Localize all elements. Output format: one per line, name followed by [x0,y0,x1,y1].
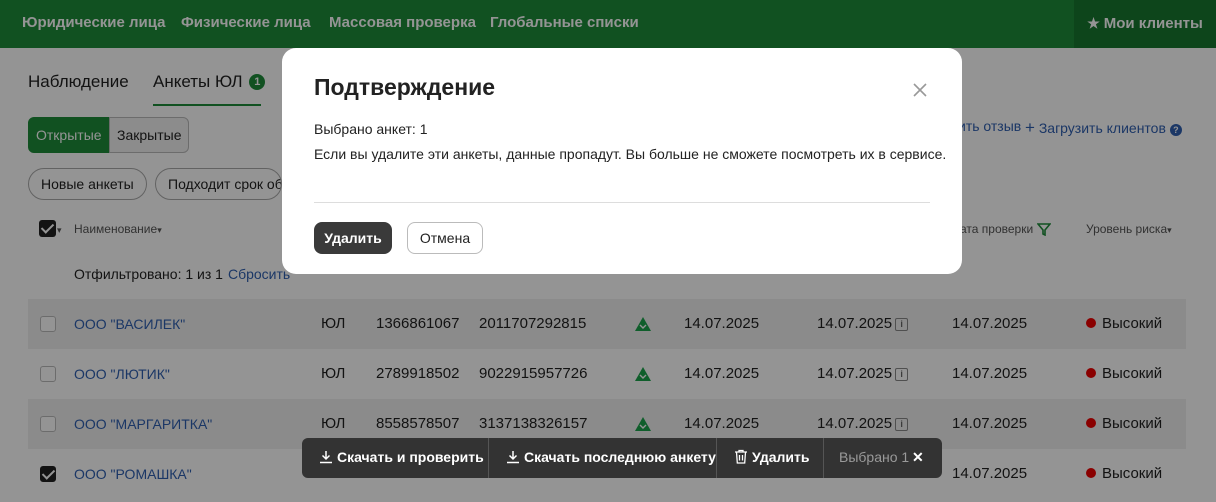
selected-count-text: Выбрано анкет: 1 [314,121,428,137]
clear-selection-close-icon[interactable]: ✕ [912,438,924,478]
divider [716,438,717,478]
dialog-title: Подтверждение [314,74,496,100]
download-last-form-button[interactable]: Скачать последнюю анкету [506,438,716,478]
confirmation-dialog: Подтверждение Выбрано анкет: 1 Если вы у… [282,48,962,274]
close-icon[interactable] [910,80,930,100]
download-and-check-button[interactable]: Скачать и проверить [319,438,484,478]
divider [314,202,930,203]
warning-text: Если вы удалите эти анкеты, данные пропа… [314,146,947,162]
trash-icon [735,449,747,464]
download-icon [507,451,519,464]
bulk-delete-button[interactable]: Удалить [734,438,809,478]
selected-count: Выбрано 1 [839,449,910,465]
cancel-button[interactable]: Отмена [407,222,483,254]
bulk-action-bar: Скачать и проверить Скачать последнюю ан… [302,438,942,478]
delete-button[interactable]: Удалить [314,222,392,254]
divider [823,438,824,478]
download-icon [320,451,332,464]
divider [488,438,489,478]
